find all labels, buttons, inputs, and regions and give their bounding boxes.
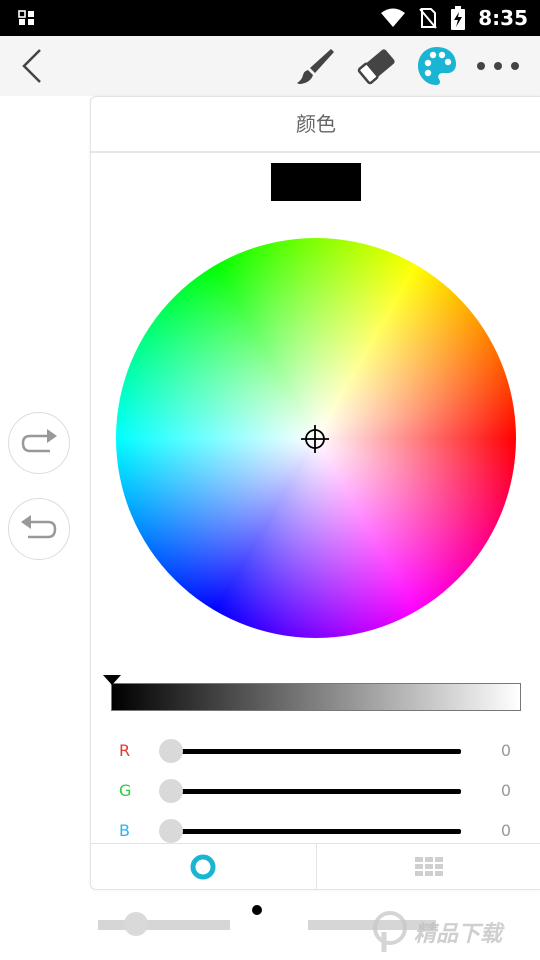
redo-button[interactable]	[8, 412, 70, 474]
tab-color-wheel[interactable]	[91, 844, 316, 890]
eraser-icon	[357, 49, 395, 85]
brush-size-preview-dot	[252, 905, 262, 915]
crosshair-icon[interactable]	[301, 425, 329, 453]
watermark: 精品下载	[370, 904, 502, 960]
slider-track-r[interactable]	[161, 749, 461, 754]
slider-thumb-b[interactable]	[159, 819, 183, 843]
panel-title: 颜色	[91, 97, 540, 153]
battery-charging-icon	[451, 6, 466, 30]
no-sim-icon	[419, 8, 438, 29]
eraser-tool-button[interactable]	[352, 36, 402, 96]
redo-icon	[21, 429, 57, 453]
slider-track-b[interactable]	[161, 829, 461, 834]
brush-size-slider-thumb[interactable]	[124, 912, 148, 936]
back-button[interactable]	[10, 36, 54, 96]
notification-grid-icon	[18, 10, 34, 25]
palette-tool-button[interactable]	[412, 36, 462, 96]
back-chevron-icon	[22, 49, 41, 83]
watermark-logo-icon	[373, 911, 407, 952]
clock-time: 8:35	[478, 6, 528, 30]
current-color-preview	[271, 163, 361, 201]
color-wheel-tab-icon	[190, 854, 216, 880]
undo-button[interactable]	[8, 498, 70, 560]
tab-swatch-grid[interactable]	[315, 844, 540, 890]
brush-icon	[297, 49, 334, 84]
brush-size-slider-track[interactable]	[98, 920, 230, 930]
panel-tabs	[91, 843, 540, 890]
brush-tool-button[interactable]	[290, 36, 340, 96]
grid-icon	[414, 857, 443, 876]
more-options-button[interactable]	[472, 36, 524, 96]
palette-icon	[418, 47, 456, 85]
status-bar: 8:35	[0, 0, 540, 36]
watermark-text: 精品下载	[414, 922, 503, 947]
slider-label-r: R	[119, 741, 131, 760]
brightness-pointer-icon[interactable]	[103, 675, 121, 685]
color-panel: 颜色 R 0 G 0 B 0	[90, 96, 540, 890]
slider-value-r: 0	[500, 741, 511, 760]
slider-row-g: G 0	[91, 771, 540, 811]
slider-row-r: R 0	[91, 731, 540, 771]
slider-thumb-g[interactable]	[159, 779, 183, 803]
more-icon	[477, 62, 519, 70]
top-toolbar	[0, 36, 540, 96]
slider-thumb-r[interactable]	[159, 739, 183, 763]
brightness-bar[interactable]	[111, 683, 521, 711]
wifi-icon	[381, 8, 406, 27]
slider-track-g[interactable]	[161, 789, 461, 794]
undo-icon	[21, 515, 57, 539]
slider-value-g: 0	[500, 781, 511, 800]
slider-label-g: G	[119, 781, 132, 800]
